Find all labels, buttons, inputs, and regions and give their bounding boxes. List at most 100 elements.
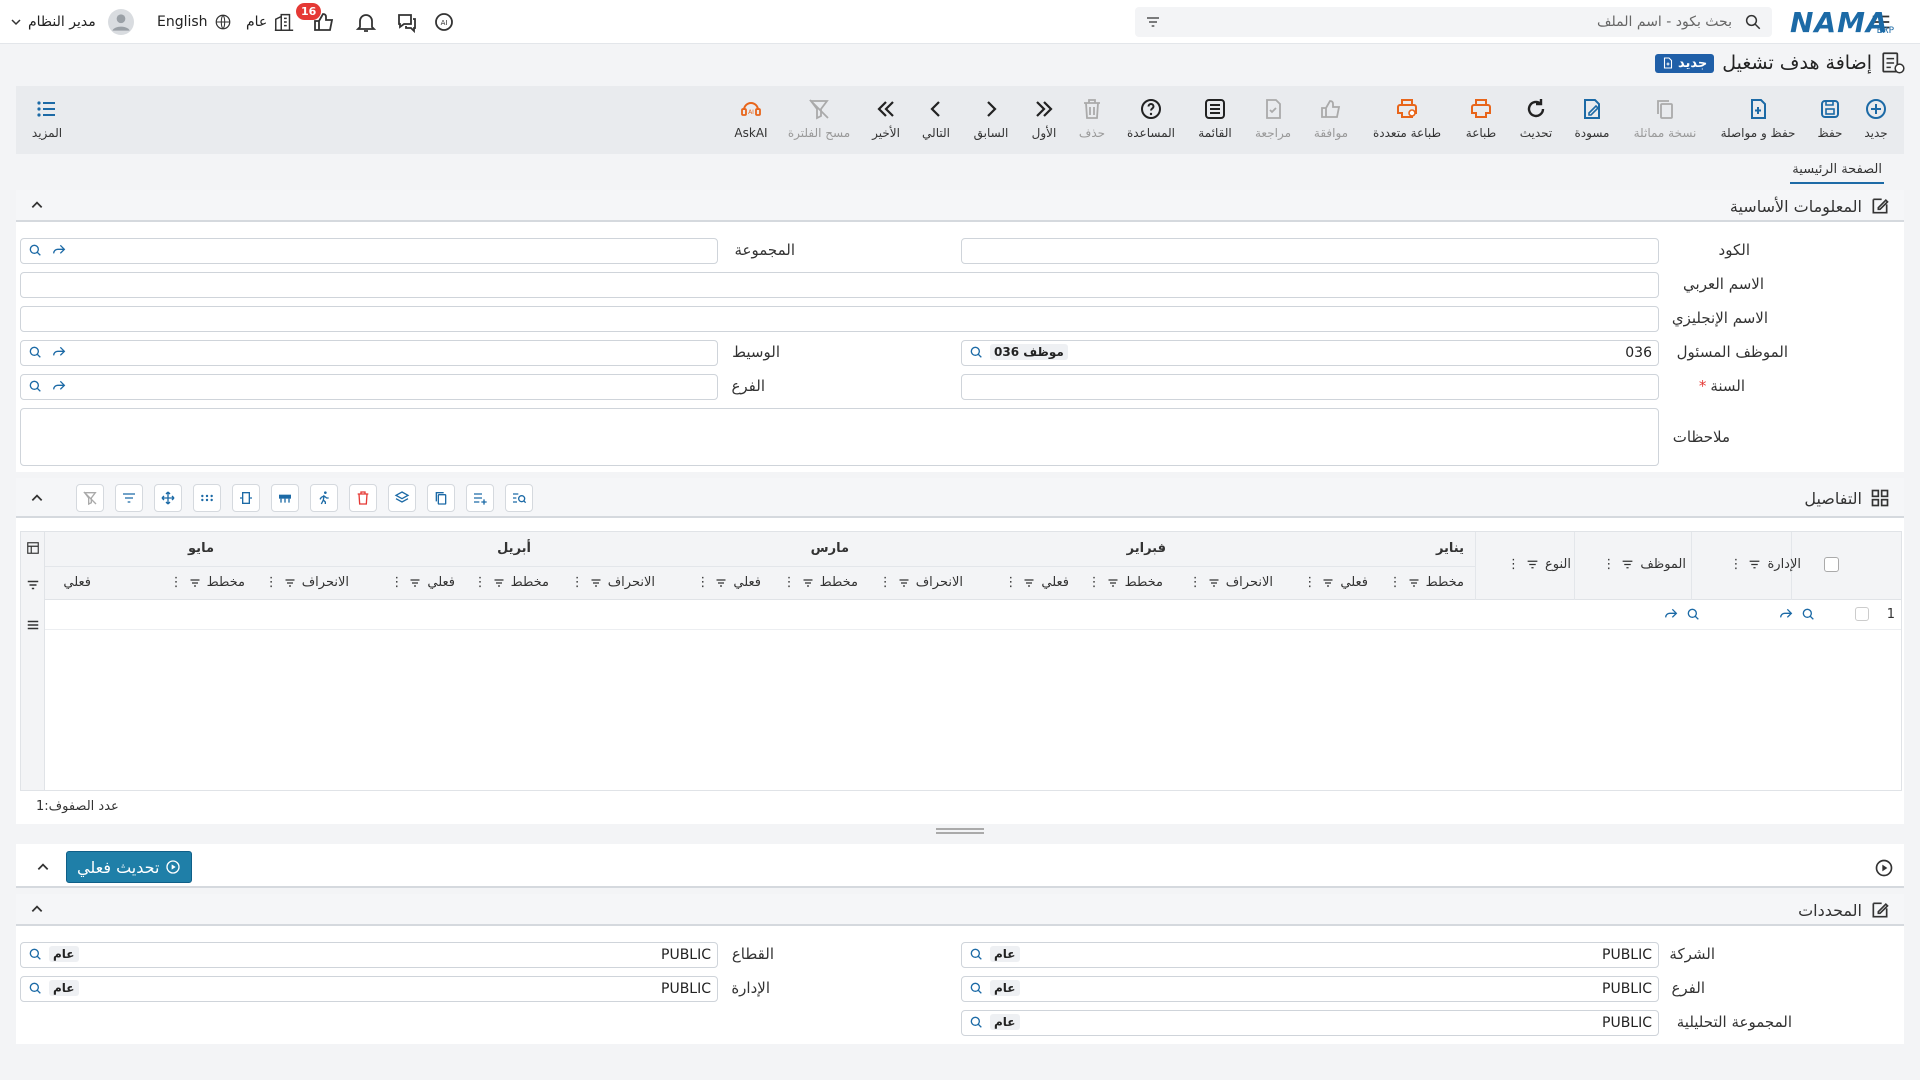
col-feb-planned[interactable]: مخطط ⋮ (1088, 575, 1163, 590)
multi-print-button[interactable]: طباعة متعددة (1373, 96, 1441, 140)
lookup-search-icon[interactable] (968, 1014, 984, 1030)
notes-textarea[interactable] (20, 408, 1659, 466)
arabic-name-input[interactable] (20, 272, 1659, 298)
col-mar-actual[interactable]: فعلي ⋮ (696, 575, 761, 590)
row-checkbox[interactable] (1855, 607, 1869, 621)
chat-icon[interactable] (395, 0, 419, 44)
search-input[interactable] (1175, 7, 1732, 37)
share-arrow-icon[interactable] (51, 344, 67, 360)
refresh-button[interactable]: تحديث (1506, 96, 1566, 140)
search-icon[interactable] (1744, 13, 1762, 31)
column-menu-icon[interactable]: ⋮ (1389, 575, 1402, 590)
year-input[interactable] (961, 374, 1659, 400)
column-menu-icon[interactable]: ⋮ (696, 575, 709, 590)
column-menu-icon[interactable]: ⋮ (1004, 575, 1017, 590)
select-all-checkbox[interactable] (1824, 557, 1839, 572)
column-menu-icon[interactable]: ⋮ (783, 575, 796, 590)
col-apr-actual[interactable]: فعلي ⋮ (390, 575, 455, 590)
branch-input[interactable] (20, 374, 718, 400)
askai-button[interactable]: AI AskAI (721, 96, 781, 140)
col-apr-planned[interactable]: مخطط ⋮ (474, 575, 549, 590)
col-may-actual[interactable]: فعلي (63, 575, 91, 590)
table-view-icon[interactable] (271, 484, 299, 512)
filter-icon[interactable] (115, 484, 143, 512)
column-menu-icon[interactable]: ⋮ (474, 575, 487, 590)
copy-row-icon[interactable] (427, 484, 455, 512)
draft-button[interactable]: مسودة (1562, 96, 1622, 140)
column-menu-icon[interactable]: ⋮ (390, 575, 403, 590)
col-may-planned[interactable]: مخطط ⋮ (170, 575, 245, 590)
column-menu-icon[interactable]: ⋮ (1507, 557, 1520, 572)
column-menu-icon[interactable]: ⋮ (1189, 575, 1202, 590)
lookup-search-icon[interactable] (27, 344, 43, 360)
det-branch-input[interactable]: PUBLIC عام (961, 976, 1659, 1002)
lookup-search-icon[interactable] (968, 946, 984, 962)
save-button[interactable]: حفظ (1800, 96, 1860, 140)
review-button[interactable]: مراجعة (1243, 96, 1303, 140)
tab-main[interactable]: الصفحة الرئيسية (1790, 160, 1884, 184)
approve-button[interactable]: موافقة (1301, 96, 1361, 140)
menu-panel-icon[interactable] (26, 618, 40, 632)
column-menu-icon[interactable]: ⋮ (265, 575, 278, 590)
clear-filter-icon[interactable] (76, 484, 104, 512)
column-menu-icon[interactable]: ⋮ (571, 575, 584, 590)
context-switcher[interactable]: عام (246, 0, 295, 44)
sector-input[interactable]: PUBLIC عام (20, 942, 718, 968)
col-mar-deviation[interactable]: الانحراف ⋮ (571, 575, 655, 590)
code-input[interactable] (961, 238, 1659, 264)
col-jan-planned[interactable]: مخطط ⋮ (1389, 575, 1464, 590)
search-rows-icon[interactable] (505, 484, 533, 512)
share-arrow-icon[interactable] (51, 378, 67, 394)
help-button[interactable]: المساعدة (1121, 96, 1181, 140)
filter-panel-icon[interactable] (26, 578, 40, 592)
run-icon[interactable] (310, 484, 338, 512)
broker-input[interactable] (20, 340, 718, 366)
app-logo[interactable]: NAMA ERP (1790, 0, 1894, 44)
move-arrows-icon[interactable] (154, 484, 182, 512)
user-menu[interactable]: مدير النظام (10, 0, 134, 44)
col-jan-actual[interactable]: فعلي ⋮ (1303, 575, 1368, 590)
analytic-group-input[interactable]: PUBLIC عام (961, 1010, 1659, 1036)
chevron-up-icon[interactable] (36, 860, 50, 874)
column-menu-icon[interactable]: ⋮ (170, 575, 183, 590)
department-input[interactable]: PUBLIC عام (20, 976, 718, 1002)
resize-handle[interactable] (936, 828, 984, 834)
delete-row-icon[interactable] (349, 484, 377, 512)
col-employee[interactable]: الموظف ⋮ (1602, 557, 1686, 572)
duplicate-button[interactable]: نسخة مماثلة (1634, 96, 1696, 140)
column-menu-icon[interactable]: ⋮ (1303, 575, 1316, 590)
print-button[interactable]: طباعة (1451, 96, 1511, 140)
ai-assistant-icon[interactable]: AI (432, 0, 456, 44)
clear-filter-button[interactable]: مسح الفلترة (788, 96, 850, 140)
column-menu-icon[interactable]: ⋮ (1088, 575, 1101, 590)
lookup-search-icon[interactable] (1800, 606, 1816, 622)
dots-grid-icon[interactable] (193, 484, 221, 512)
last-button[interactable]: الأخير (856, 96, 916, 140)
lookup-search-icon[interactable] (27, 242, 43, 258)
chevron-up-icon[interactable] (30, 902, 44, 916)
first-button[interactable]: الأول (1014, 96, 1074, 140)
lookup-search-icon[interactable] (27, 980, 43, 996)
col-management[interactable]: الإدارة ⋮ (1729, 557, 1801, 572)
col-type[interactable]: النوع ⋮ (1507, 557, 1571, 572)
chevron-up-icon[interactable] (30, 491, 44, 505)
col-feb-deviation[interactable]: الانحراف ⋮ (879, 575, 963, 590)
play-circle-icon[interactable] (1874, 858, 1894, 878)
column-width-icon[interactable] (232, 484, 260, 512)
layers-icon[interactable] (388, 484, 416, 512)
lookup-search-icon[interactable] (968, 344, 984, 360)
refresh-actual-button[interactable]: تحديث فعلي (66, 851, 193, 883)
share-arrow-icon[interactable] (51, 242, 67, 258)
table-row[interactable]: 1 (45, 600, 1901, 630)
col-apr-deviation[interactable]: الانحراف ⋮ (265, 575, 349, 590)
english-name-input[interactable] (20, 306, 1659, 332)
col-mar-planned[interactable]: مخطط ⋮ (783, 575, 858, 590)
employee-input[interactable]: 036 موظف 036 (961, 340, 1659, 366)
col-feb-actual[interactable]: فعلي ⋮ (1004, 575, 1069, 590)
lookup-search-icon[interactable] (27, 946, 43, 962)
more-button[interactable]: المزيد (17, 96, 77, 140)
share-arrow-icon[interactable] (1778, 606, 1794, 622)
list-button[interactable]: القائمة (1185, 96, 1245, 140)
company-input[interactable]: PUBLIC عام (961, 942, 1659, 968)
chevron-up-icon[interactable] (30, 198, 44, 212)
